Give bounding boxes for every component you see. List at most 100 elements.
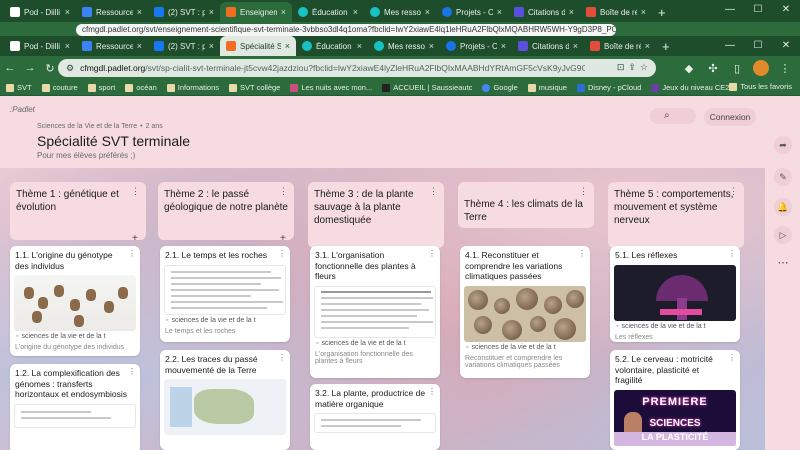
close-window-icon[interactable]: ✕ bbox=[772, 36, 800, 56]
more-options-icon[interactable]: ⋮ bbox=[128, 249, 136, 258]
tab[interactable]: Mes ressourc × bbox=[368, 36, 440, 56]
tab-active[interactable]: Spécialité SVT × bbox=[220, 36, 296, 56]
maximize-icon[interactable]: ☐ bbox=[744, 36, 772, 56]
close-icon[interactable]: × bbox=[573, 41, 578, 51]
section-header[interactable]: Thème 3 : de la plante sauvage à la plan… bbox=[308, 182, 444, 248]
new-tab-button[interactable]: + bbox=[652, 2, 672, 22]
tab[interactable]: Boîte de récé × bbox=[584, 36, 656, 56]
tab[interactable]: Ressources × bbox=[76, 2, 148, 22]
tab[interactable]: Ressources × bbox=[76, 36, 148, 56]
close-icon[interactable]: × bbox=[641, 7, 646, 17]
close-icon[interactable]: × bbox=[209, 41, 214, 51]
close-icon[interactable]: × bbox=[429, 41, 434, 51]
bookmark-folder[interactable]: sport bbox=[87, 83, 115, 92]
comment-icon[interactable]: ✎ bbox=[774, 168, 792, 186]
more-options-icon[interactable]: ⋮ bbox=[428, 387, 436, 396]
add-post-icon[interactable]: + bbox=[132, 232, 142, 244]
bookmark-link[interactable]: Disney - pCloud bbox=[576, 83, 641, 92]
close-window-icon[interactable]: ✕ bbox=[772, 0, 800, 20]
close-icon[interactable]: × bbox=[137, 7, 142, 17]
tab[interactable]: Éducation à l × bbox=[292, 2, 364, 22]
bookmark-link[interactable]: Google bbox=[482, 83, 518, 92]
bookmark-folder[interactable]: SVT collège bbox=[229, 83, 280, 92]
tab[interactable]: Citations de P × bbox=[512, 36, 584, 56]
close-icon[interactable]: × bbox=[209, 7, 214, 17]
bell-icon[interactable]: 🔔 bbox=[774, 198, 792, 216]
post-card[interactable]: 5.1. Les réflexes ⋮ ◦ sciences de la vie … bbox=[610, 246, 740, 342]
bookmark-link[interactable]: Les nuits avec mon... bbox=[290, 83, 372, 92]
play-icon[interactable]: ▷ bbox=[774, 226, 792, 244]
more-options-icon[interactable]: ⋮ bbox=[278, 353, 286, 362]
author-name[interactable]: Sciences de la Vie et de la Terre bbox=[37, 123, 137, 130]
more-options-icon[interactable]: ⋮ bbox=[279, 186, 288, 198]
bookmark-folder[interactable]: SVT bbox=[6, 83, 32, 92]
section-header[interactable]: Thème 4 : les climats de la Terre ⋮ bbox=[458, 182, 594, 228]
close-icon[interactable]: × bbox=[425, 7, 430, 17]
bookmark-folder[interactable]: océan bbox=[125, 83, 157, 92]
install-app-icon[interactable]: ⊡ bbox=[617, 62, 625, 73]
bookmark-link[interactable]: ACCUEIL | Saussieautc bbox=[382, 83, 472, 92]
all-bookmarks[interactable]: Tous les favoris bbox=[729, 82, 792, 91]
post-card[interactable]: 3.2. La plante, productrice de matière o… bbox=[310, 384, 440, 450]
more-icon[interactable]: ⋯ bbox=[774, 256, 792, 269]
more-options-icon[interactable]: ⋮ bbox=[579, 186, 588, 198]
more-options-icon[interactable]: ⋮ bbox=[429, 186, 438, 198]
close-icon[interactable]: × bbox=[65, 7, 70, 17]
tab[interactable]: Mes ressourc × bbox=[364, 2, 436, 22]
add-post-icon[interactable]: + bbox=[280, 232, 290, 244]
close-icon[interactable]: × bbox=[285, 41, 290, 51]
site-info-icon[interactable]: ⚙ bbox=[66, 63, 74, 74]
search-button[interactable]: ⌕ bbox=[650, 108, 696, 124]
close-icon[interactable]: × bbox=[569, 7, 574, 17]
close-icon[interactable]: × bbox=[497, 7, 502, 17]
more-options-icon[interactable]: ⋮ bbox=[128, 367, 136, 376]
more-options-icon[interactable]: ⋮ bbox=[728, 353, 736, 362]
more-options-icon[interactable]: ⋮ bbox=[131, 186, 140, 198]
extension-icon[interactable]: ◆ bbox=[678, 62, 700, 75]
maximize-icon[interactable]: ☐ bbox=[744, 0, 772, 20]
close-icon[interactable]: × bbox=[137, 41, 142, 51]
bookmark-link[interactable]: Jeux du niveau CE2... bbox=[651, 83, 736, 92]
minimize-icon[interactable]: — bbox=[716, 36, 744, 56]
tab[interactable]: Citations de P × bbox=[508, 2, 580, 22]
back-icon[interactable]: ← bbox=[0, 62, 20, 74]
post-card[interactable]: 1.1. L'origine du génotype des individus… bbox=[10, 246, 140, 356]
padlet-logo[interactable]: :Padlet bbox=[10, 105, 35, 114]
close-icon[interactable]: × bbox=[501, 41, 506, 51]
reload-icon[interactable]: ↻ bbox=[40, 62, 60, 75]
section-header[interactable]: Thème 2 : le passé géologique de notre p… bbox=[158, 182, 294, 244]
close-icon[interactable]: × bbox=[65, 41, 70, 51]
close-icon[interactable]: × bbox=[353, 7, 358, 17]
new-tab-button[interactable]: + bbox=[656, 36, 676, 56]
more-options-icon[interactable]: ⋮ bbox=[428, 249, 436, 258]
close-icon[interactable]: × bbox=[357, 41, 362, 51]
menu-icon[interactable]: ⋮ bbox=[774, 62, 796, 75]
section-header[interactable]: Thème 1 : génétique et évolution ⋮ + bbox=[10, 182, 146, 244]
profile-avatar[interactable] bbox=[753, 60, 769, 76]
close-icon[interactable]: × bbox=[645, 41, 650, 51]
tab[interactable]: Pod - Diilli À × bbox=[4, 36, 76, 56]
post-card[interactable]: 2.1. Le temps et les roches ⋮ ◦ sciences … bbox=[160, 246, 290, 342]
share-icon[interactable]: ⇪ bbox=[628, 62, 636, 73]
forward-icon[interactable]: → bbox=[20, 62, 40, 74]
tab[interactable]: Éducation à l × bbox=[296, 36, 368, 56]
more-options-icon[interactable]: ⋮ bbox=[729, 186, 738, 198]
bookmark-folder[interactable]: couture bbox=[41, 83, 78, 92]
post-card[interactable]: 3.1. L'organisation fonctionnelle des pl… bbox=[310, 246, 440, 378]
post-card[interactable]: 2.2. Les traces du passé mouvementé de l… bbox=[160, 350, 290, 450]
post-card[interactable]: 5.2. Le cerveau : motricité volontaire, … bbox=[610, 350, 740, 450]
tab[interactable]: (2) SVT : part × bbox=[148, 2, 220, 22]
address-bar[interactable]: ⚙ cfmgdl.padlet.org/svt/sp-cialit-svt-te… bbox=[58, 59, 656, 77]
more-options-icon[interactable]: ⋮ bbox=[728, 249, 736, 258]
post-card[interactable]: 1.2. La complexification des génomes : t… bbox=[10, 364, 140, 450]
close-icon[interactable]: × bbox=[281, 7, 286, 17]
minimize-icon[interactable]: — bbox=[716, 0, 744, 20]
tab[interactable]: (2) SVT : part × bbox=[148, 36, 220, 56]
extensions-puzzle-icon[interactable]: ✣ bbox=[702, 62, 724, 75]
section-header[interactable]: Thème 5 : comportements, mouvement et sy… bbox=[608, 182, 744, 248]
bookmark-folder[interactable]: Informations bbox=[166, 83, 219, 92]
login-button[interactable]: Connexion bbox=[704, 108, 756, 126]
tab[interactable]: Projets - Cam × bbox=[440, 36, 512, 56]
tab[interactable]: Boîte de récé × bbox=[580, 2, 652, 22]
tab[interactable]: Projets - Cam × bbox=[436, 2, 508, 22]
